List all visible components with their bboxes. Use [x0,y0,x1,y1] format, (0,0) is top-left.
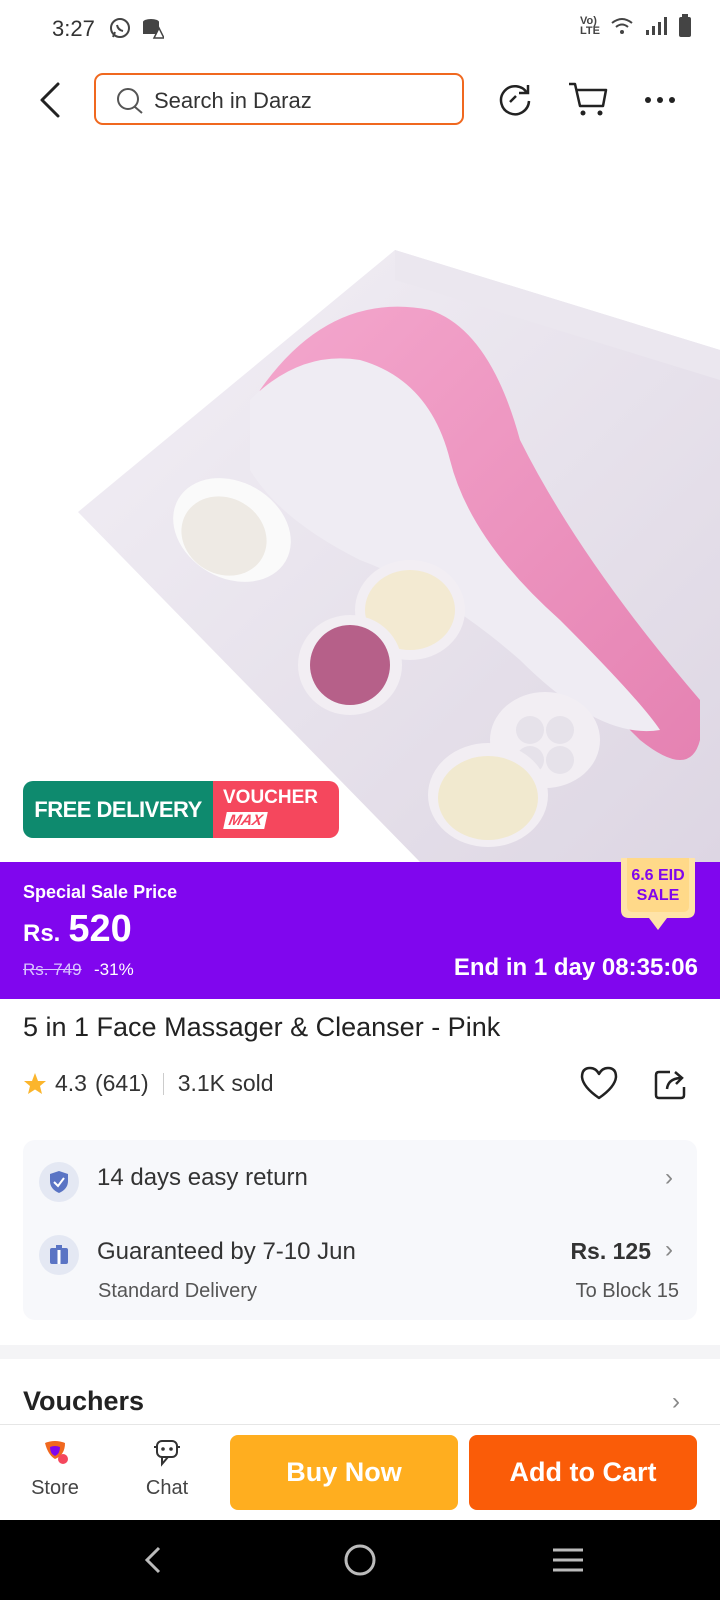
sale-price: Rs. 520 [23,908,132,951]
search-box[interactable]: Search in Daraz [94,73,464,125]
chevron-right-icon[interactable]: › [665,1236,673,1264]
nav-recents-button[interactable] [548,1540,588,1580]
rating-summary[interactable]: 4.3 (641) 3.1K sold [23,1070,274,1097]
store-label: Store [31,1477,79,1499]
volte-icon: Vo) LTE [580,15,600,37]
shield-check-icon [50,1171,68,1193]
system-icons: Vo) LTE [580,14,692,38]
notification-icons [108,16,164,40]
rating-value: 4.3 [55,1070,87,1096]
return-policy-text[interactable]: 14 days easy return [97,1164,308,1192]
back-arrow-icon [40,82,60,118]
buy-now-button[interactable]: Buy Now [230,1435,458,1510]
more-options-button[interactable] [638,78,682,122]
sale-countdown: End in 1 day 08:35:06 [453,954,698,981]
battery-icon [679,14,691,37]
chevron-right-icon[interactable]: › [665,1164,673,1192]
delivery-guarantee-text[interactable]: Guaranteed by 7-10 Jun [97,1238,356,1266]
nav-menu-icon [553,1548,583,1572]
voucher-max-label: MAX [223,812,269,829]
parcel-icon [50,1245,68,1264]
voucher-max-badge: VOUCHER MAX [213,781,339,838]
product-photo [78,250,720,862]
delivery-fee: Rs. 125 [570,1238,651,1264]
more-icon [645,97,675,103]
heart-icon [580,1066,618,1100]
price-amount: 520 [68,908,132,950]
bottom-action-bar: Store Chat Buy Now Add to Cart [0,1424,720,1519]
cart-icon [569,82,608,116]
delivery-destination: To Block 15 [575,1280,679,1302]
whatsapp-icon [110,18,130,38]
nav-home-button[interactable] [340,1540,380,1580]
return-policy-badge [39,1162,79,1202]
product-title: 5 in 1 Face Massager & Cleanser - Pink [23,1012,501,1042]
sale-label: Special Sale Price [23,882,178,902]
wifi-icon [611,18,633,34]
divider [162,1072,164,1095]
refresh-icon [499,85,531,116]
sold-count: 3.1K sold [177,1070,274,1096]
share-button[interactable] [653,1067,689,1106]
status-bar: 3:27 Vo) LTE [0,0,720,60]
wishlist-button[interactable] [579,1065,619,1106]
vouchers-heading[interactable]: Vouchers [23,1386,144,1417]
nav-back-icon [144,1546,161,1574]
add-to-cart-button[interactable]: Add to Cart [469,1435,697,1510]
chevron-right-icon[interactable]: › [672,1388,680,1416]
store-button[interactable]: Store [15,1437,95,1500]
eid-sale-badge: 6.6 EID SALE [617,858,699,936]
back-button[interactable] [32,78,72,122]
chat-button[interactable]: Chat [127,1437,207,1500]
chat-label: Chat [145,1477,189,1499]
share-icon [654,1070,686,1100]
discount-percent: -31% [94,960,134,979]
refresh-button[interactable] [493,78,537,122]
special-sale-banner: Special Sale Price Rs. 520 Rs. 749 -31% E… [0,862,720,999]
voucher-label: VOUCHER [223,787,319,808]
nav-back-button[interactable] [133,1540,173,1580]
original-price: Rs. 749 [23,960,82,979]
nav-home-icon [344,1544,376,1576]
chat-icon [154,1440,180,1467]
review-count: (641) [94,1070,149,1096]
search-placeholder: Search in Daraz [154,88,312,113]
store-icon [45,1441,68,1464]
system-navigation-bar [0,1520,720,1600]
eid-sale-line2: SALE [636,887,680,904]
free-delivery-badge: FREE DELIVERY [23,781,213,838]
service-info-card: 14 days easy return › Guaranteed by 7-10… [23,1140,697,1320]
status-time: 3:27 [52,16,95,41]
data-warning-icon [143,19,164,39]
section-divider [0,1345,720,1359]
eid-sale-line1: 6.6 EID [631,867,685,884]
star-icon [24,1072,46,1094]
delivery-type: Standard Delivery [98,1280,257,1302]
product-image[interactable] [0,140,720,862]
cart-button[interactable] [566,78,610,122]
signal-icon [646,17,667,35]
delivery-badge [39,1235,79,1275]
currency: Rs. [23,920,61,947]
search-icon [117,88,143,114]
